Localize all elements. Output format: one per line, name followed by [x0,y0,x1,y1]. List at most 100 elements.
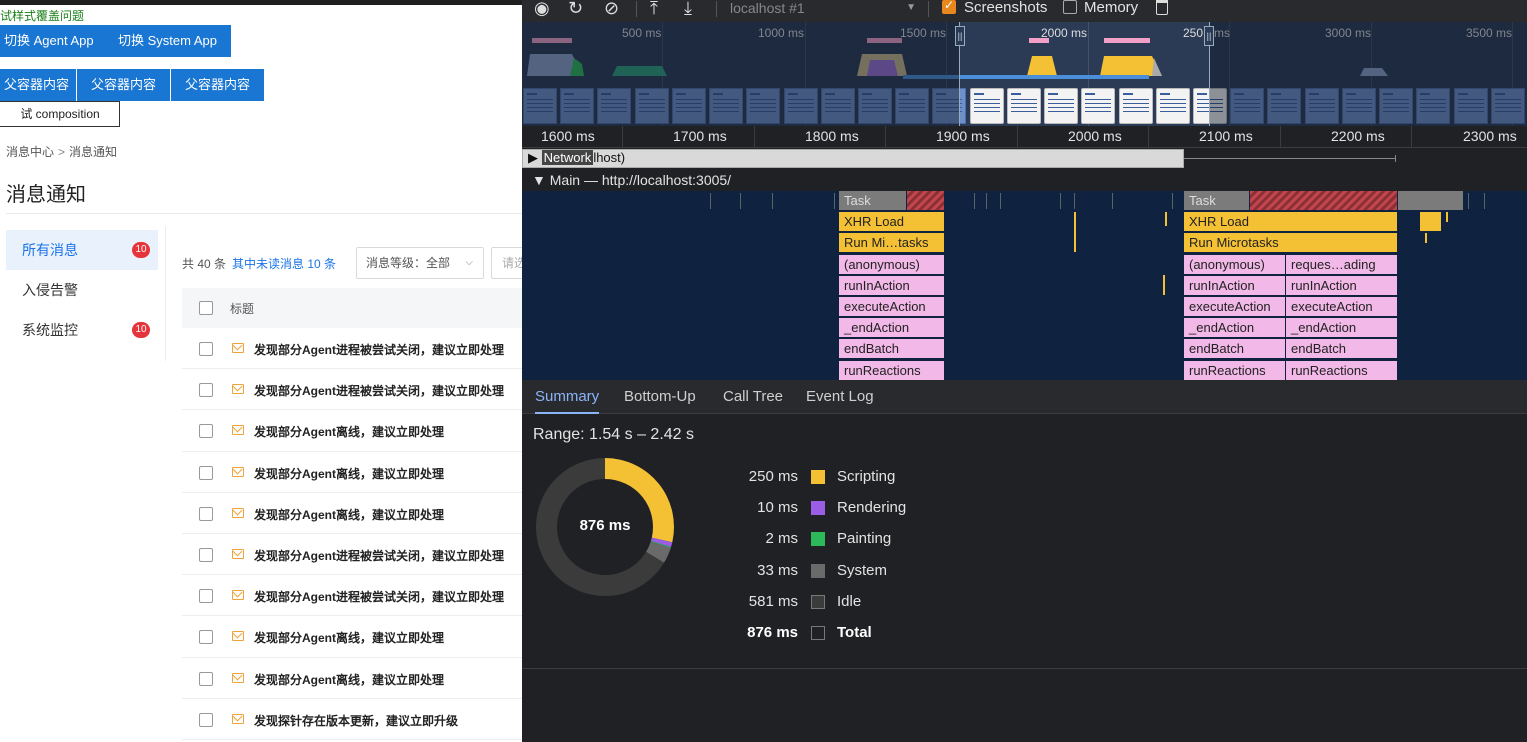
row-checkbox[interactable] [199,630,213,645]
long-task-marker[interactable] [907,191,945,211]
row-checkbox[interactable] [199,506,213,521]
sidebar-item-all-messages[interactable]: 所有消息 10 [6,230,158,270]
table-row[interactable]: 发现部分Agent进程被尝试关闭，建议立即处理 [182,328,522,370]
sidebar-item-intrusion-alerts[interactable]: 入侵告警 [6,270,158,310]
task-block[interactable] [1398,191,1464,211]
table-row[interactable]: 发现部分Agent离线，建议立即处理 [182,493,522,534]
row-checkbox[interactable] [199,589,213,604]
message-title[interactable]: 发现部分Agent进程被尝试关闭，建议立即处理 [254,341,504,358]
message-title[interactable]: 发现部分Agent进程被尝试关闭，建议立即处理 [254,382,504,399]
screenshots-checkbox[interactable] [942,0,956,14]
table-row[interactable]: 发现部分Agent离线，建议立即处理 [182,410,522,452]
flame-block[interactable]: endBatch [1286,339,1398,360]
tab-bottom-up[interactable]: Bottom-Up [624,380,696,414]
row-checkbox[interactable] [199,383,213,398]
table-row[interactable]: 发现部分Agent离线，建议立即处理 [182,452,522,493]
table-row[interactable]: 发现部分Agent离线，建议立即处理 [182,616,522,658]
flame-block[interactable]: executeAction [1184,297,1286,317]
task-block[interactable]: Task [839,191,907,211]
message-title[interactable]: 发现探针存在版本更新，建议立即升级 [254,712,458,729]
screenshot-thumbnail[interactable] [1118,88,1153,124]
message-title[interactable]: 发现部分Agent离线，建议立即处理 [254,506,444,523]
screenshot-thumbnail[interactable] [1155,88,1190,124]
unread-count[interactable]: 其中未读消息 10 条 [232,257,336,271]
screenshot-thumbnail[interactable] [1081,88,1116,124]
screenshot-thumbnail[interactable] [1044,88,1079,124]
table-row[interactable]: 发现部分Agent进程被尝试关闭，建议立即处理 [182,575,522,617]
flame-block[interactable]: runReactions [839,360,945,380]
select-all-checkbox[interactable] [199,301,213,315]
collapse-arrow-icon[interactable]: ▼ [532,172,546,188]
switch-agent-app-button[interactable]: 切换 Agent App [0,25,104,57]
message-title[interactable]: 发现部分Agent离线，建议立即处理 [254,671,444,688]
task-tick [1000,193,1001,209]
flame-block[interactable]: _endAction [1184,318,1286,339]
selection-handle-right[interactable]: || [1204,26,1214,46]
parent-content-button-2[interactable]: 父容器内容 [77,69,170,101]
flame-block[interactable]: runInAction [839,275,945,296]
parent-content-button-3[interactable]: 父容器内容 [171,69,264,101]
table-row[interactable]: 发现部分Agent进程被尝试关闭，建议立即处理 [182,369,522,411]
main-thread-header[interactable]: ▼ Main — http://localhost:3005/ [522,169,1527,191]
screenshot-thumbnail[interactable] [969,88,1004,124]
row-checkbox[interactable] [199,424,213,439]
reload-icon[interactable]: ↻ [568,0,583,18]
flame-block[interactable]: executeAction [839,297,945,317]
flame-block[interactable]: runReactions [1184,360,1286,380]
table-row[interactable]: 发现部分Agent进程被尝试关闭，建议立即处理 [182,534,522,576]
flame-block[interactable]: Run Microtasks [1184,233,1398,254]
flame-block[interactable]: endBatch [839,339,945,360]
flame-block[interactable]: runReactions [1286,360,1398,380]
row-checkbox[interactable] [199,547,213,562]
flame-block[interactable]: XHR Load [839,212,945,233]
flame-block[interactable]: runInAction [1286,275,1398,296]
flame-block[interactable]: XHR Load [1184,212,1398,233]
screenshot-thumbnail[interactable] [1006,88,1041,124]
expand-arrow-icon[interactable]: ▶ [528,150,538,165]
message-title[interactable]: 发现部分Agent进程被尝试关闭，建议立即处理 [254,547,504,564]
flame-block[interactable]: (anonymous) [1184,254,1286,275]
row-checkbox[interactable] [199,342,213,356]
tab-call-tree[interactable]: Call Tree [723,380,783,414]
filter-input[interactable]: 请选择 [491,247,522,279]
flame-block[interactable]: _endAction [1286,318,1398,339]
trash-icon[interactable] [1156,0,1168,15]
row-checkbox[interactable] [199,465,213,480]
level-select[interactable]: 消息等级：全部 ⌵ [356,247,484,279]
flame-block[interactable] [1420,212,1442,233]
parent-content-button-1[interactable]: 父容器内容 [0,69,76,101]
table-row[interactable]: 发现探针存在版本更新，建议立即升级 [182,699,522,740]
timeline-overview[interactable]: 500 ms 1000 ms 1500 ms 2000 ms 250 ms 30… [522,22,1527,126]
memory-checkbox[interactable] [1063,0,1077,14]
selection-handle-left[interactable]: || [955,26,965,46]
upload-icon[interactable]: ⤒ [650,0,658,18]
flame-block[interactable]: reques…ading [1286,254,1398,275]
clear-icon[interactable]: ⊘ [604,0,619,18]
flame-chart[interactable]: Task XHR Load Run Mi…tasks (anonymous) runIn… [522,191,1527,380]
sidebar-item-system-monitor[interactable]: 系统监控 10 [6,310,158,350]
composition-button[interactable]: 试 composition [0,101,120,127]
tab-summary[interactable]: Summary [535,380,600,414]
message-title[interactable]: 发现部分Agent进程被尝试关闭，建议立即处理 [254,588,504,605]
message-title[interactable]: 发现部分Agent离线，建议立即处理 [254,465,444,482]
flame-block[interactable]: runInAction [1184,275,1286,296]
switch-system-app-button[interactable]: 切换 System App [104,25,231,57]
network-track[interactable]: ▶ Network lhost) [522,148,1527,169]
tab-event-log[interactable]: Event Log [806,380,874,414]
message-title[interactable]: 发现部分Agent离线，建议立即处理 [254,629,444,646]
task-block[interactable]: Task [1184,191,1250,211]
table-row[interactable]: 发现部分Agent离线，建议立即处理 [182,658,522,699]
message-title[interactable]: 发现部分Agent离线，建议立即处理 [254,423,444,440]
breadcrumb-message-center[interactable]: 消息中心 [6,145,54,159]
long-task-marker[interactable] [1250,191,1398,211]
flame-block[interactable]: _endAction [839,318,945,339]
flame-block[interactable]: Run Mi…tasks [839,233,945,254]
download-icon[interactable]: ⤓ [684,0,692,18]
record-icon[interactable]: ◉ [534,0,550,18]
row-checkbox[interactable] [199,712,213,727]
flame-block[interactable]: (anonymous) [839,254,945,275]
target-select[interactable]: localhost #1 ▼ [730,0,916,16]
row-checkbox[interactable] [199,671,213,686]
flame-block[interactable]: executeAction [1286,297,1398,317]
flame-block[interactable]: endBatch [1184,339,1286,360]
